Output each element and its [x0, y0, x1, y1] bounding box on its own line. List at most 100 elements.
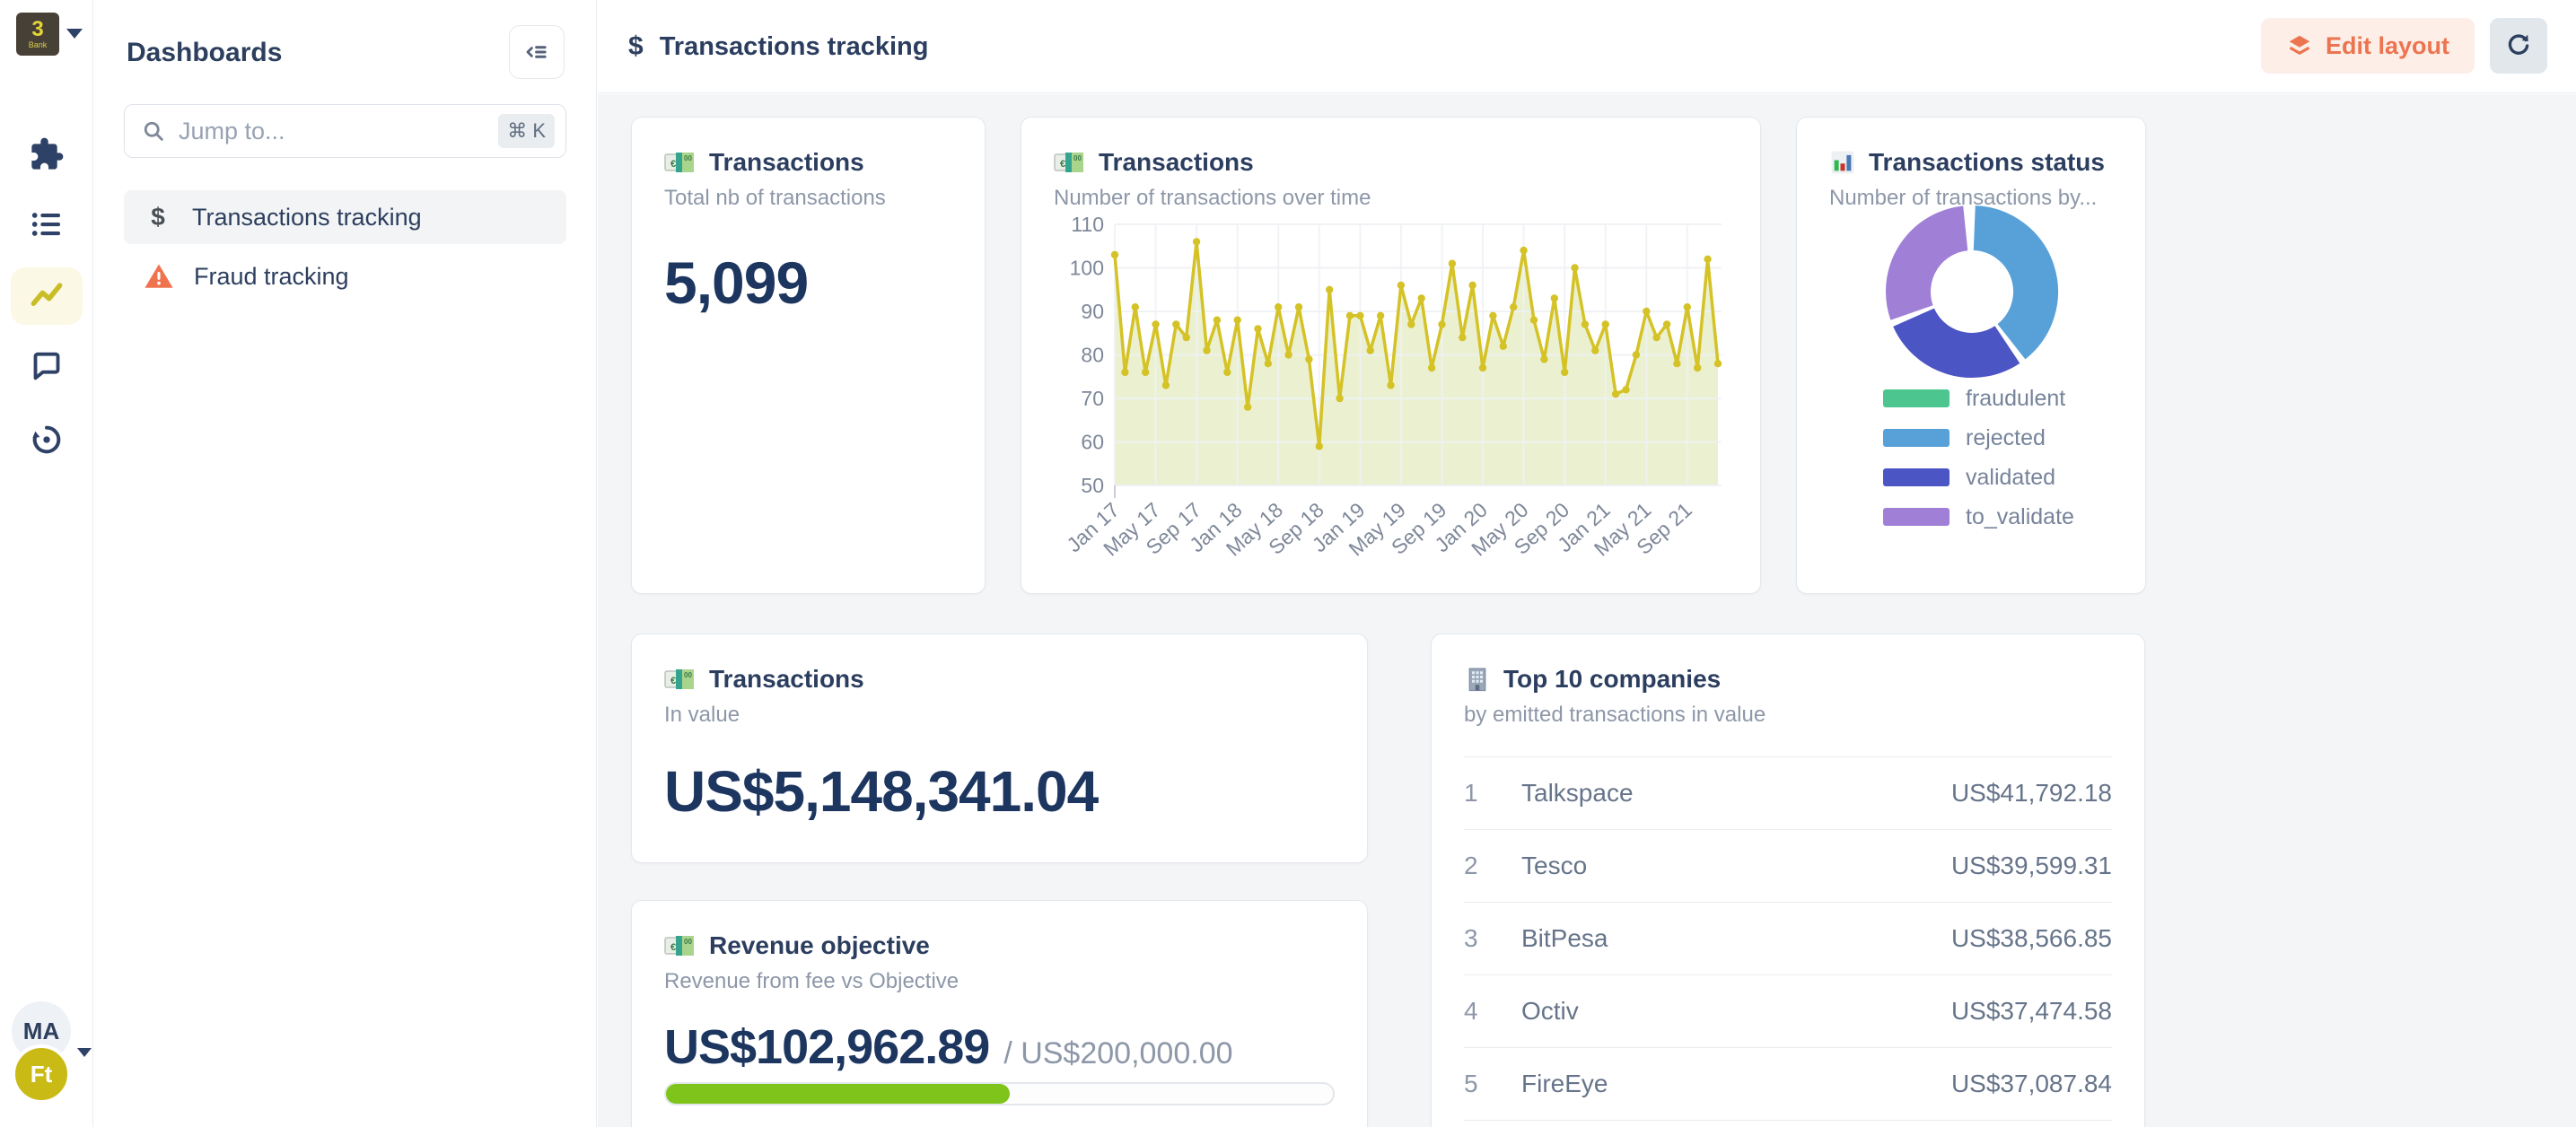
warning-icon [144, 261, 174, 292]
card-title: Transactions [1099, 148, 1254, 177]
company-value: US$37,474.58 [1951, 997, 2112, 1026]
company-rank: 5 [1464, 1070, 1521, 1098]
banknote-icon: €00 [1054, 150, 1086, 175]
legend-label: validated [1966, 465, 2055, 491]
refresh-button[interactable] [2490, 18, 2547, 74]
legend-label: to_validate [1966, 504, 2074, 530]
svg-text:110: 110 [1071, 213, 1104, 236]
card-transactions-total: €00 Transactions Total nb of transaction… [631, 117, 986, 594]
company-value: US$37,087.84 [1951, 1070, 2112, 1098]
card-subtitle: Total nb of transactions [664, 186, 952, 211]
legend-item-fraudulent[interactable]: fraudulent [1883, 389, 2074, 408]
card-title: Transactions [709, 665, 864, 694]
collapse-icon [523, 39, 550, 66]
legend-label: fraudulent [1966, 386, 2065, 412]
company-name: FireEye [1521, 1070, 1951, 1098]
banknote-icon: €00 [664, 933, 697, 958]
card-subtitle: In value [664, 703, 1335, 728]
svg-text:90: 90 [1081, 300, 1104, 323]
icon-rail: 3 Bank MA Ft [0, 0, 93, 1127]
dashboard-dollar-icon: $ [628, 31, 644, 62]
card-transactions-over-time: 5060708090100110Jan 17May 17Sep 17Jan 18… [1021, 117, 1761, 594]
sidebar: Dashboards Jump to... ⌘ K $ Transactions… [94, 0, 597, 1127]
svg-text:00: 00 [684, 938, 692, 946]
table-row: 4OctivUS$37,474.58 [1464, 975, 2112, 1048]
company-name: Octiv [1521, 997, 1951, 1026]
revenue-progress-fill [666, 1084, 1010, 1104]
list-icon[interactable] [25, 203, 68, 246]
logo-text: 3 [31, 19, 43, 40]
search-icon [141, 118, 166, 144]
sidebar-item-fraud-tracking[interactable]: Fraud tracking [124, 249, 566, 303]
card-subtitle: Number of transactions by... [1829, 186, 2113, 211]
company-name: Tesco [1521, 852, 1951, 880]
legend-label: rejected [1966, 425, 2046, 451]
table-row: 3BitPesaUS$38,566.85 [1464, 903, 2112, 975]
history-icon[interactable] [25, 418, 68, 461]
analytics-icon[interactable] [25, 275, 68, 318]
legend-item-validated[interactable]: validated [1883, 467, 2074, 487]
revenue-target: / US$200,000.00 [1003, 1036, 1232, 1071]
dollar-icon: $ [144, 203, 172, 232]
edit-layout-button[interactable]: Edit layout [2261, 18, 2475, 74]
company-rank: 3 [1464, 924, 1521, 953]
card-transactions-status: Transactions status Number of transactio… [1796, 117, 2146, 594]
legend-item-to_validate[interactable]: to_validate [1883, 507, 2074, 527]
puzzle-icon[interactable] [25, 133, 68, 176]
dashboard-page: 3 Bank MA Ft [0, 0, 2576, 1127]
banknote-icon: €00 [664, 150, 697, 175]
svg-text:60: 60 [1081, 431, 1104, 454]
svg-text:100: 100 [1070, 257, 1104, 280]
logo-subtext: Bank [29, 40, 48, 49]
breadcrumb: $ Transactions tracking [628, 0, 928, 93]
card-transactions-in-value: €00 Transactions In value US$5,148,341.0… [631, 633, 1368, 863]
svg-text:€: € [1060, 159, 1065, 170]
search-input[interactable]: Jump to... ⌘ K [124, 104, 566, 158]
workspace-logo[interactable]: 3 Bank [16, 13, 59, 56]
kpi-value: 5,099 [664, 249, 952, 317]
revenue-value: US$102,962.89 [664, 1019, 989, 1075]
search-shortcut-badge: ⌘ K [498, 114, 555, 148]
page-title: Transactions tracking [660, 32, 929, 62]
card-title: Transactions status [1869, 148, 2105, 177]
table-row: 5FireEyeUS$37,087.84 [1464, 1048, 2112, 1121]
companies-table: 1TalkspaceUS$41,792.182TescoUS$39,599.31… [1464, 756, 2112, 1127]
main-header: $ Transactions tracking Edit layout [598, 0, 2576, 93]
workspace-avatar[interactable]: Ft [12, 1044, 71, 1104]
revenue-progress-bar [664, 1082, 1335, 1105]
banknote-icon: €00 [664, 667, 697, 692]
company-value: US$38,566.85 [1951, 924, 2112, 953]
card-revenue-objective: €00 Revenue objective Revenue from fee v… [631, 900, 1368, 1127]
company-name: BitPesa [1521, 924, 1951, 953]
barchart-icon [1829, 149, 1856, 176]
workspace-initials: Ft [31, 1061, 53, 1088]
card-subtitle: Number of transactions over time [1054, 186, 1728, 211]
card-subtitle: Revenue from fee vs Objective [664, 969, 1335, 994]
table-row: 2TescoUS$39,599.31 [1464, 830, 2112, 903]
card-subtitle: by emitted transactions in value [1464, 703, 2112, 728]
chat-icon[interactable] [25, 345, 68, 388]
card-title: Revenue objective [709, 931, 930, 960]
card-title: Transactions [709, 148, 864, 177]
svg-text:€: € [670, 159, 676, 170]
svg-text:00: 00 [684, 671, 692, 679]
edit-layout-label: Edit layout [2326, 32, 2449, 60]
workspace-switcher-caret-icon[interactable] [66, 29, 83, 39]
building-icon [1464, 666, 1491, 693]
company-value: US$39,599.31 [1951, 852, 2112, 880]
company-name: Talkspace [1521, 779, 1951, 808]
sidebar-item-transactions-tracking[interactable]: $ Transactions tracking [124, 190, 566, 244]
user-menu-caret-icon[interactable] [77, 1048, 92, 1057]
collapse-sidebar-button[interactable] [509, 25, 565, 79]
card-title: Top 10 companies [1503, 665, 1721, 694]
svg-text:70: 70 [1081, 387, 1104, 410]
layers-icon [2286, 32, 2313, 59]
svg-text:€: € [670, 676, 676, 686]
sidebar-title: Dashboards [127, 38, 282, 68]
sidebar-item-label: Fraud tracking [194, 263, 349, 291]
sidebar-item-label: Transactions tracking [192, 204, 422, 232]
legend-item-rejected[interactable]: rejected [1883, 428, 2074, 448]
company-rank: 2 [1464, 852, 1521, 880]
company-value: US$41,792.18 [1951, 779, 2112, 808]
svg-text:00: 00 [684, 154, 692, 162]
